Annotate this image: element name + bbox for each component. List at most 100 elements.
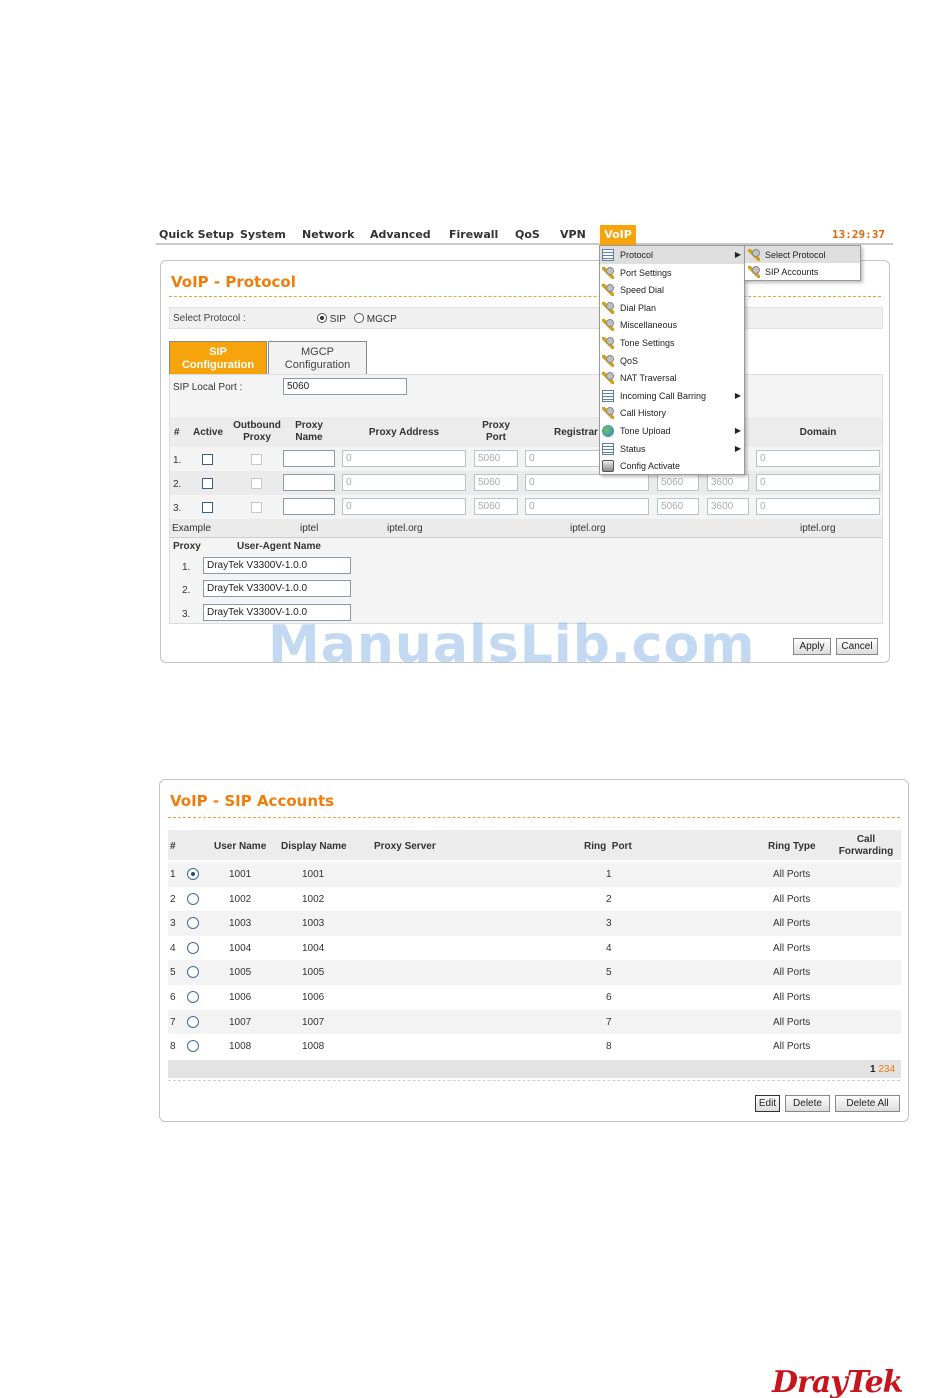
row-select-radio[interactable] — [187, 1015, 199, 1028]
table-row[interactable]: 5 1005 1005 5 All Ports — [168, 960, 901, 985]
user-agent-input[interactable] — [203, 557, 351, 574]
menu-item-speed-dial[interactable]: Speed Dial — [600, 281, 744, 299]
row-select-radio[interactable] — [187, 868, 199, 880]
nav-system[interactable]: System — [240, 228, 286, 241]
watermark: ManualsLib.com — [268, 615, 756, 675]
sip-radio[interactable] — [317, 313, 327, 323]
menu-item-port-settings[interactable]: Port Settings — [600, 264, 744, 282]
edit-button[interactable]: Edit — [755, 1095, 780, 1112]
col-proxy-port-label-1: Proxy — [482, 420, 510, 431]
tab-sip-configuration[interactable]: SIP Configuration — [169, 341, 267, 375]
display-name: 1005 — [302, 967, 325, 979]
row-select-radio[interactable] — [187, 917, 199, 930]
menu-item-label: Tone Settings — [620, 338, 675, 348]
ring-port: 7 — [606, 1016, 612, 1028]
active-checkbox[interactable] — [202, 454, 213, 465]
user-agent-input[interactable] — [203, 580, 351, 597]
expire-time-input[interactable] — [707, 474, 749, 491]
active-checkbox[interactable] — [202, 478, 213, 489]
row-select-radio[interactable] — [187, 1040, 199, 1053]
protocol-option-mgcp[interactable]: MGCP — [354, 313, 397, 325]
table-row[interactable]: 4 1004 1004 4 All Ports — [168, 936, 901, 961]
protocol-option-sip[interactable]: SIP — [317, 313, 346, 325]
user-name: 1003 — [229, 918, 252, 930]
registrar-port-input[interactable] — [657, 474, 699, 491]
proxy-name-input[interactable] — [283, 498, 335, 515]
menu-item-label: Config Activate — [620, 461, 681, 472]
table-row[interactable]: 7 1007 1007 7 All Ports — [168, 1009, 901, 1035]
menu-item-config-activate[interactable]: Config Activate — [600, 457, 744, 475]
nav-quick-setup[interactable]: Quick Setup — [159, 228, 234, 241]
registrar-input[interactable] — [525, 474, 649, 491]
expire-time-input[interactable] — [707, 498, 749, 515]
registrar-input[interactable] — [525, 498, 649, 515]
menu-item-dial-plan[interactable]: Dial Plan — [600, 299, 744, 317]
outbound-proxy-checkbox[interactable] — [251, 454, 262, 465]
nav-voip[interactable]: VoIP — [600, 225, 636, 245]
row-select-radio[interactable] — [187, 991, 199, 1003]
proxy-address-input[interactable] — [342, 474, 466, 491]
table-row[interactable]: 6 1006 1006 6 All Ports — [168, 985, 901, 1010]
nav-vpn[interactable]: VPN — [560, 228, 586, 241]
ring-port: 8 — [606, 1041, 612, 1053]
proxy-name-input[interactable] — [283, 450, 335, 467]
menu-item-tone-settings[interactable]: Tone Settings — [600, 334, 744, 352]
row-select-radio[interactable] — [187, 892, 199, 905]
page-link[interactable]: 4 — [889, 1064, 895, 1075]
cancel-button[interactable]: Cancel — [836, 638, 878, 655]
title-divider — [169, 296, 881, 297]
domain-input[interactable] — [756, 474, 880, 491]
proxy-address-input[interactable] — [342, 498, 466, 515]
delete-button[interactable]: Delete — [785, 1095, 830, 1112]
menu-item-nat-traversal[interactable]: NAT Traversal — [600, 369, 744, 387]
menu-item-protocol[interactable]: Protocol ▶ — [600, 246, 744, 264]
menu-item-status[interactable]: Status ▶ — [600, 440, 744, 458]
select-protocol-row: Select Protocol : SIP MGCP — [169, 307, 883, 329]
page-title: VoIP - SIP Accounts — [170, 792, 335, 810]
nav-network[interactable]: Network — [302, 228, 354, 241]
tab-sip-label-2: Configuration — [181, 359, 255, 371]
active-checkbox[interactable] — [202, 502, 213, 513]
submenu-item-sip-accounts[interactable]: SIP Accounts — [745, 263, 860, 280]
menu-item-miscellaneous[interactable]: Miscellaneous — [600, 316, 744, 334]
domain-input[interactable] — [756, 450, 880, 467]
outbound-proxy-checkbox[interactable] — [251, 502, 262, 513]
table-row[interactable]: 1 1001 1001 1 All Ports — [168, 862, 901, 887]
col-proxy-name-label-1: Proxy — [295, 420, 323, 431]
delete-all-button[interactable]: Delete All — [835, 1095, 900, 1112]
col-cf-label-2: Forwarding — [838, 846, 894, 857]
proxy-row-num: 1. — [173, 455, 182, 466]
table-row[interactable]: 2 1002 1002 2 All Ports — [168, 887, 901, 912]
row-select-radio[interactable] — [187, 941, 199, 954]
outbound-proxy-checkbox[interactable] — [251, 478, 262, 489]
proxy-port-input[interactable] — [474, 498, 518, 515]
mgcp-radio[interactable] — [354, 313, 364, 323]
example-proxy-name: iptel — [300, 523, 319, 534]
table-row[interactable]: 3 1003 1003 3 All Ports — [168, 911, 901, 936]
domain-input[interactable] — [756, 498, 880, 515]
row-select-radio[interactable] — [187, 966, 199, 979]
menu-item-label: Call History — [620, 408, 667, 419]
menu-item-call-history[interactable]: Call History — [600, 404, 744, 422]
sip-local-port-input[interactable] — [283, 378, 407, 395]
registrar-port-input[interactable] — [657, 498, 699, 515]
wrench-icon — [602, 301, 614, 314]
nav-advanced[interactable]: Advanced — [370, 228, 431, 241]
apply-button[interactable]: Apply — [793, 638, 831, 655]
proxy-address-input[interactable] — [342, 450, 466, 467]
nav-firewall[interactable]: Firewall — [449, 228, 498, 241]
voip-protocol-panel: VoIP - Protocol Select Protocol : SIP MG… — [160, 260, 890, 663]
proxy-port-input[interactable] — [474, 474, 518, 491]
draytek-logo: DrayTek — [772, 1365, 903, 1398]
proxy-name-input[interactable] — [283, 474, 335, 491]
menu-item-tone-upload[interactable]: Tone Upload ▶ — [600, 422, 744, 440]
submenu-item-select-protocol[interactable]: Select Protocol — [745, 246, 860, 263]
nav-qos[interactable]: QoS — [515, 228, 540, 241]
table-row[interactable]: 8 1008 1008 8 All Ports — [168, 1034, 901, 1059]
proxy-port-input[interactable] — [474, 450, 518, 467]
menu-item-qos[interactable]: QoS — [600, 352, 744, 370]
example-row — [170, 519, 882, 537]
menu-item-incoming-call-barring[interactable]: Incoming Call Barring ▶ — [600, 387, 744, 405]
user-name: 1002 — [229, 893, 252, 905]
tab-mgcp-configuration[interactable]: MGCP Configuration — [268, 341, 367, 375]
